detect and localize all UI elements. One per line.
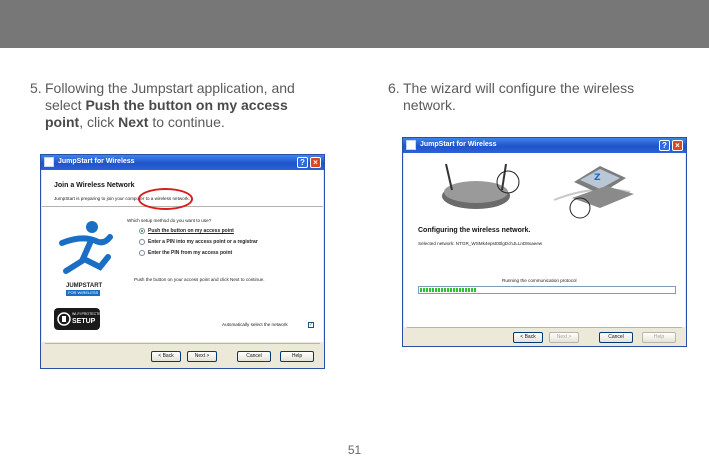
step-5: 5. Following the Jumpstart application, … xyxy=(30,80,320,134)
button-divider xyxy=(407,327,682,328)
button-divider xyxy=(45,343,320,344)
dialog-title: JumpStart for Wireless xyxy=(58,158,135,165)
progress-status-text: Running the communication protocol xyxy=(502,278,577,283)
help-title-button[interactable]: ? xyxy=(297,157,308,168)
step-6: 6. The wizard will configure the wireles… xyxy=(388,80,678,120)
radio-enter-pin-ap[interactable] xyxy=(139,250,145,256)
wps-top-text: WI-FI PROTECTED xyxy=(72,312,104,316)
configuring-heading: Configuring the wireless network. xyxy=(418,227,531,234)
page-number: 51 xyxy=(347,443,362,457)
next-button-highlight-ring xyxy=(138,188,193,210)
jumpstart-logo: JUMPSTART FOR WIRELESS xyxy=(52,215,122,296)
step-6-text: The wizard will configure the wireless n… xyxy=(403,80,635,113)
logo-wireless-text: FOR WIRELESS xyxy=(66,290,101,296)
progress-fill xyxy=(420,288,477,292)
configuration-progress-bar xyxy=(418,286,676,294)
top-band xyxy=(0,0,709,48)
close-title-button[interactable]: × xyxy=(672,140,683,151)
auto-select-network-checkbox[interactable]: ✓ xyxy=(308,322,314,328)
next-button[interactable]: Next > xyxy=(187,351,217,362)
dialog-title: JumpStart for Wireless xyxy=(420,141,497,148)
setup-method-question: Which setup method do you want to use? xyxy=(127,218,212,223)
radio-enter-pin-registrar[interactable] xyxy=(139,239,145,245)
jumpstart-app-icon xyxy=(406,140,416,150)
cancel-button[interactable]: Cancel xyxy=(237,351,271,362)
svg-text:Z: Z xyxy=(594,173,601,183)
option-enter-pin-registrar-label[interactable]: Enter a PIN into my access point or a re… xyxy=(148,239,258,245)
dialog-titlebar: JumpStart for Wireless ? × xyxy=(403,138,686,153)
selected-network-text: Selected network: NTGR_WSMk4epst00lgDchJ… xyxy=(418,241,543,246)
wps-setup-text: SETUP xyxy=(72,318,96,325)
close-title-button[interactable]: × xyxy=(310,157,321,168)
help-title-button[interactable]: ? xyxy=(659,140,670,151)
wifi-protected-setup-badge: WI-FI PROTECTED SETUP xyxy=(54,308,104,330)
option-enter-pin-ap-label[interactable]: Enter the PIN from my access point xyxy=(148,250,232,256)
cancel-button[interactable]: Cancel xyxy=(599,332,633,343)
push-button-instruction: Push the button on your access point and… xyxy=(134,277,265,282)
auto-select-network-label: Automatically select the network xyxy=(222,322,288,327)
dialog-titlebar: JumpStart for Wireless ? × xyxy=(41,155,324,170)
step-5-text: Following the Jumpstart application, and… xyxy=(45,80,315,131)
wps-lock-icon xyxy=(57,312,71,326)
router-laptop-illustration: Z xyxy=(442,163,634,219)
back-button[interactable]: < Back xyxy=(513,332,543,343)
next-button[interactable]: Next > xyxy=(549,332,579,343)
dialog-heading: Join a Wireless Network xyxy=(54,182,135,189)
jumpstart-app-icon xyxy=(44,157,54,167)
step-5-text-post: to continue. xyxy=(148,114,225,130)
step-5-text-mid: , click xyxy=(79,114,119,130)
help-button[interactable]: Help xyxy=(642,332,676,343)
option-push-button-label[interactable]: Push the button on my access point xyxy=(148,228,234,234)
jumpstart-dialog-configuring: JumpStart for Wireless ? × Z Configuring… xyxy=(402,137,687,347)
radio-push-button[interactable] xyxy=(139,228,145,234)
step-5-bold-next: Next xyxy=(118,114,149,130)
back-button[interactable]: < Back xyxy=(151,351,181,362)
jumpstart-dialog-join: JumpStart for Wireless ? × Join a Wirele… xyxy=(40,154,325,369)
step-6-number: 6. xyxy=(388,80,400,96)
dialog-content: Z Configuring the wireless network. Sele… xyxy=(404,153,685,327)
logo-jumpstart-text: JUMPSTART xyxy=(66,283,103,289)
help-button[interactable]: Help xyxy=(280,351,314,362)
step-5-number: 5. xyxy=(30,80,42,96)
